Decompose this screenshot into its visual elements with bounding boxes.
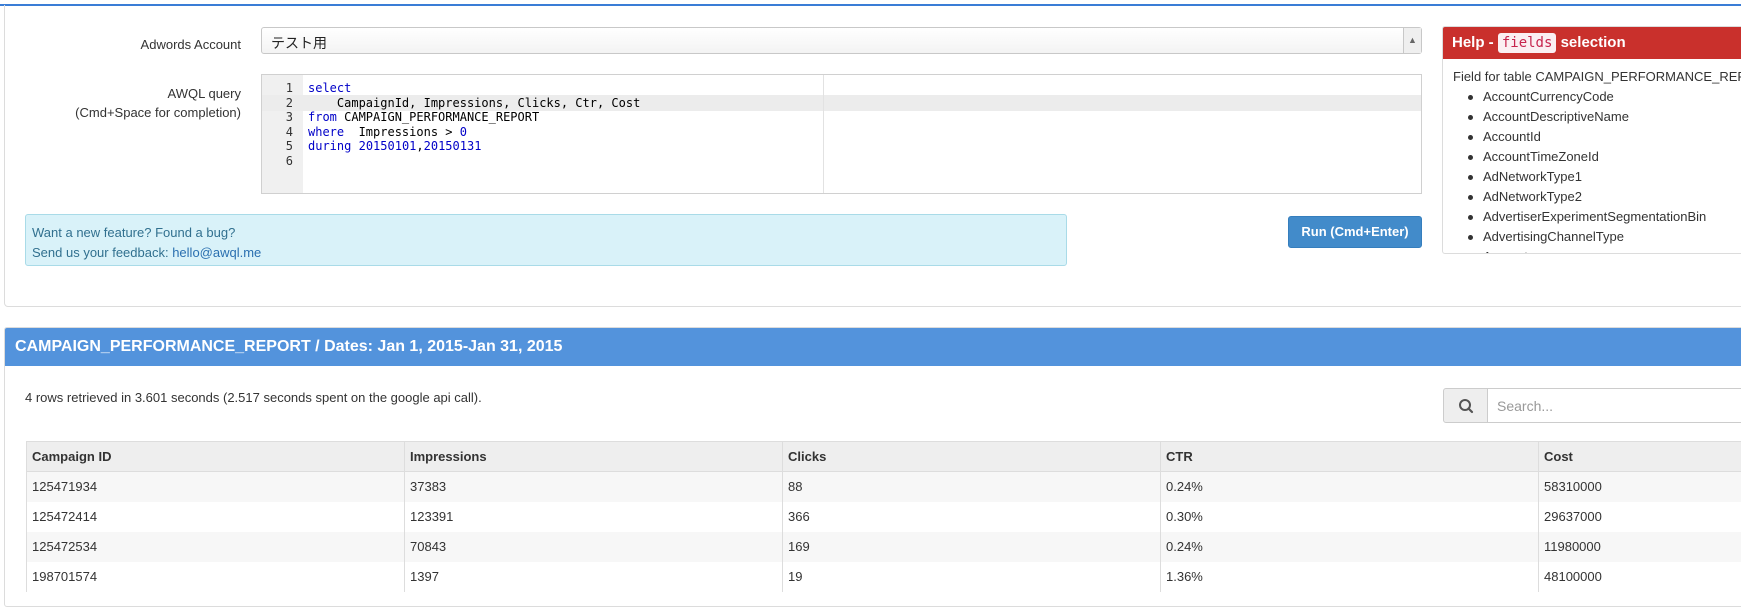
editor-line: 2 CampaignId, Impressions, Clicks, Ctr, …: [262, 95, 1421, 111]
run-query-button[interactable]: Run (Cmd+Enter): [1288, 216, 1422, 248]
table-cell: 58310000: [1539, 472, 1741, 502]
help-title-code: fields: [1498, 33, 1557, 53]
table-row: 1987015741397191.36%48100000: [27, 562, 1741, 592]
results-table: Campaign IDImpressionsClicksCTRCost 1254…: [26, 441, 1741, 592]
table-cell: 48100000: [1539, 562, 1741, 592]
table-cell: 1397: [405, 562, 783, 592]
awql-query-label: AWQL query (Cmd+Space for completion): [20, 84, 241, 122]
line-number: 3: [262, 109, 293, 125]
results-title: CAMPAIGN_PERFORMANCE_REPORT / Dates: Jan…: [5, 328, 1741, 366]
line-number: 2: [262, 95, 293, 111]
table-cell: 0.30%: [1161, 502, 1539, 532]
table-cell: 1.36%: [1161, 562, 1539, 592]
results-panel: CAMPAIGN_PERFORMANCE_REPORT / Dates: Jan…: [4, 327, 1741, 607]
feedback-prefix: Send us your feedback:: [32, 245, 172, 260]
table-row: 1254724141233913660.30%29637000: [27, 502, 1741, 532]
chevron-down-icon[interactable]: ▲: [1403, 28, 1421, 53]
help-field-item[interactable]: AccountDescriptiveName: [1483, 107, 1741, 127]
editor-line: 3 from CAMPAIGN_PERFORMANCE_REPORT: [262, 109, 1421, 125]
table-cell: 70843: [405, 532, 783, 562]
table-cell: 37383: [405, 472, 783, 502]
search-icon-addon: [1443, 388, 1488, 423]
editor-line: 1 select: [262, 80, 1421, 96]
table-cell: 29637000: [1539, 502, 1741, 532]
awql-query-editor[interactable]: 1select2 CampaignId, Impressions, Clicks…: [261, 74, 1422, 194]
help-field-list: AccountCurrencyCodeAccountDescriptiveNam…: [1483, 87, 1741, 254]
code-text: where Impressions > 0: [308, 124, 467, 140]
table-cell: 198701574: [27, 562, 405, 592]
line-number: 4: [262, 124, 293, 140]
results-search: [1443, 388, 1741, 423]
help-title-prefix: Help -: [1452, 34, 1498, 51]
awql-query-hint: (Cmd+Space for completion): [20, 103, 241, 122]
help-field-item[interactable]: AdvertisingChannelType: [1483, 227, 1741, 247]
column-header[interactable]: Cost: [1539, 442, 1741, 472]
table-cell: 125471934: [27, 472, 405, 502]
help-panel-body: Field for table CAMPAIGN_PERFORMANCE_REP…: [1443, 59, 1741, 254]
search-input[interactable]: [1487, 388, 1741, 423]
adwords-account-value: テスト用: [271, 33, 327, 53]
column-header[interactable]: Campaign ID: [27, 442, 405, 472]
table-cell: 169: [783, 532, 1161, 562]
feedback-alert: Want a new feature? Found a bug? Send us…: [25, 214, 1067, 266]
table-row: 125472534708431690.24%11980000: [27, 532, 1741, 562]
help-field-item[interactable]: AdNetworkType2: [1483, 187, 1741, 207]
column-header[interactable]: Clicks: [783, 442, 1161, 472]
help-field-item[interactable]: AccountTimeZoneId: [1483, 147, 1741, 167]
results-info: 4 rows retrieved in 3.601 seconds (2.517…: [25, 390, 482, 405]
table-cell: 0.24%: [1161, 472, 1539, 502]
table-cell: 88: [783, 472, 1161, 502]
search-icon: [1444, 389, 1489, 424]
column-header[interactable]: Impressions: [405, 442, 783, 472]
line-number: 5: [262, 138, 293, 154]
table-cell: 0.24%: [1161, 532, 1539, 562]
feedback-line-1: Want a new feature? Found a bug?: [32, 223, 1060, 243]
editor-line: 5 during 20150101,20150131: [262, 138, 1421, 154]
help-field-item[interactable]: AccountCurrencyCode: [1483, 87, 1741, 107]
help-intro: Field for table CAMPAIGN_PERFORMANCE_REP…: [1453, 67, 1741, 87]
code-text: from CAMPAIGN_PERFORMANCE_REPORT: [308, 109, 539, 125]
adwords-account-select[interactable]: テスト用 ▲: [261, 27, 1422, 54]
help-title-suffix: selection: [1556, 34, 1625, 51]
feedback-email-link[interactable]: hello@awql.me: [172, 245, 261, 260]
table-cell: 125472414: [27, 502, 405, 532]
code-text: CampaignId, Impressions, Clicks, Ctr, Co…: [308, 95, 640, 111]
help-panel-header: Help - fields selection: [1443, 27, 1741, 59]
help-field-item[interactable]: AdvertiserExperimentSegmentationBin: [1483, 207, 1741, 227]
line-number: 6: [262, 153, 293, 169]
help-field-item[interactable]: Amount: [1483, 247, 1741, 254]
editor-print-margin: [823, 75, 824, 193]
editor-line: 4 where Impressions > 0: [262, 124, 1421, 140]
table-cell: 19: [783, 562, 1161, 592]
line-number: 1: [262, 80, 293, 96]
table-row: 12547193437383880.24%58310000: [27, 472, 1741, 502]
table-cell: 125472534: [27, 532, 405, 562]
editor-line: 6: [262, 153, 1421, 169]
code-text: select: [308, 80, 351, 96]
code-text: during 20150101,20150131: [308, 138, 481, 154]
help-field-item[interactable]: AccountId: [1483, 127, 1741, 147]
awql-query-title: AWQL query: [20, 84, 241, 103]
feedback-line-2: Send us your feedback: hello@awql.me: [32, 243, 1060, 263]
table-cell: 123391: [405, 502, 783, 532]
table-header-row: Campaign IDImpressionsClicksCTRCost: [27, 442, 1741, 472]
help-field-item[interactable]: AdNetworkType1: [1483, 167, 1741, 187]
table-cell: 11980000: [1539, 532, 1741, 562]
table-cell: 366: [783, 502, 1161, 532]
help-fields-panel: Help - fields selection Field for table …: [1442, 26, 1741, 254]
adwords-account-label: Adwords Account: [20, 35, 241, 54]
column-header[interactable]: CTR: [1161, 442, 1539, 472]
